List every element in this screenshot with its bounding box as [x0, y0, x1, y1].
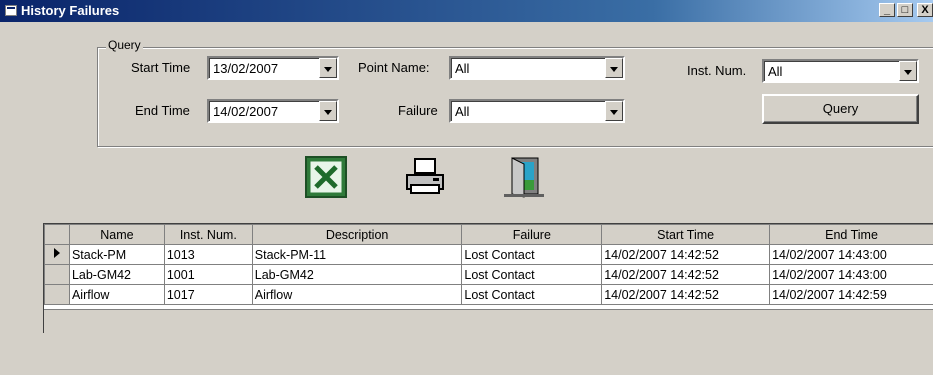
- start-time-label: Start Time: [131, 60, 191, 75]
- query-group-label: Query: [106, 38, 143, 52]
- minimize-button[interactable]: _: [879, 3, 895, 17]
- row-selector[interactable]: [44, 284, 70, 305]
- table-row[interactable]: Airflow 1017 Airflow Lost Contact 14/02/…: [44, 284, 933, 305]
- cell-failure[interactable]: Lost Contact: [461, 264, 603, 285]
- column-header-inst-num[interactable]: Inst. Num.: [163, 224, 253, 245]
- table-row[interactable]: Lab-GM42 1001 Lab-GM42 Lost Contact 14/0…: [44, 264, 933, 285]
- inst-num-combo[interactable]: All: [762, 59, 919, 83]
- row-pointer-icon: [53, 248, 60, 258]
- excel-export-icon: [305, 156, 347, 198]
- row-selector[interactable]: [44, 244, 70, 265]
- chevron-down-icon[interactable]: [605, 101, 623, 121]
- point-name-combo[interactable]: All: [449, 56, 625, 80]
- end-time-label: End Time: [135, 103, 190, 118]
- print-button[interactable]: [403, 155, 447, 199]
- end-time-combo[interactable]: 14/02/2007: [207, 99, 339, 123]
- cell-failure[interactable]: Lost Contact: [461, 284, 603, 305]
- cell-description[interactable]: Stack-PM-11: [251, 244, 463, 265]
- failures-grid[interactable]: Name Inst. Num. Description Failure Star…: [43, 223, 933, 333]
- point-name-label: Point Name:: [358, 60, 430, 75]
- cell-name[interactable]: Airflow: [68, 284, 165, 305]
- row-selector[interactable]: [44, 264, 70, 285]
- exit-button[interactable]: [502, 155, 546, 199]
- column-header-failure[interactable]: Failure: [461, 224, 603, 245]
- column-header-start-time[interactable]: Start Time: [601, 224, 771, 245]
- column-header-description[interactable]: Description: [251, 224, 463, 245]
- printer-icon: [406, 158, 444, 194]
- failure-combo[interactable]: All: [449, 99, 625, 123]
- cell-inst-num[interactable]: 1001: [163, 264, 253, 285]
- cell-inst-num[interactable]: 1013: [163, 244, 253, 265]
- cell-description[interactable]: Airflow: [251, 284, 463, 305]
- table-row[interactable]: Stack-PM 1013 Stack-PM-11 Lost Contact 1…: [44, 244, 933, 265]
- cell-end-time[interactable]: 14/02/2007 14:42:59: [769, 284, 933, 305]
- cell-inst-num[interactable]: 1017: [163, 284, 253, 305]
- maximize-button[interactable]: □: [897, 3, 913, 17]
- column-header-end-time[interactable]: End Time: [769, 224, 933, 245]
- query-button[interactable]: Query: [762, 94, 919, 124]
- cell-start-time[interactable]: 14/02/2007 14:42:52: [601, 284, 771, 305]
- failure-value: All: [455, 104, 470, 119]
- inst-num-label: Inst. Num.: [687, 63, 747, 78]
- excel-export-button[interactable]: [304, 155, 348, 199]
- cell-name[interactable]: Lab-GM42: [68, 264, 165, 285]
- column-header-name[interactable]: Name: [68, 224, 165, 245]
- title-bar: History Failures _ □ X: [0, 0, 933, 22]
- point-name-value: All: [455, 61, 470, 76]
- app-icon: [5, 5, 17, 16]
- exit-door-icon: [504, 157, 544, 198]
- cell-end-time[interactable]: 14/02/2007 14:43:00: [769, 244, 933, 265]
- cell-end-time[interactable]: 14/02/2007 14:43:00: [769, 264, 933, 285]
- chevron-down-icon[interactable]: [319, 58, 337, 78]
- cell-name[interactable]: Stack-PM: [68, 244, 165, 265]
- cell-start-time[interactable]: 14/02/2007 14:42:52: [601, 244, 771, 265]
- start-time-value: 13/02/2007: [213, 61, 279, 76]
- grid-empty-area: [44, 309, 933, 333]
- chevron-down-icon[interactable]: [605, 58, 623, 78]
- cell-failure[interactable]: Lost Contact: [461, 244, 603, 265]
- start-time-combo[interactable]: 13/02/2007: [207, 56, 339, 80]
- failure-label: Failure: [398, 103, 438, 118]
- row-selector-header: [44, 224, 70, 245]
- cell-start-time[interactable]: 14/02/2007 14:42:52: [601, 264, 771, 285]
- chevron-down-icon[interactable]: [319, 101, 337, 121]
- window-title: History Failures: [21, 3, 120, 18]
- close-button[interactable]: X: [917, 3, 933, 17]
- inst-num-value: All: [768, 64, 783, 79]
- cell-description[interactable]: Lab-GM42: [251, 264, 463, 285]
- table-header-row: Name Inst. Num. Description Failure Star…: [44, 224, 933, 245]
- end-time-value: 14/02/2007: [213, 104, 279, 119]
- chevron-down-icon[interactable]: [899, 61, 917, 81]
